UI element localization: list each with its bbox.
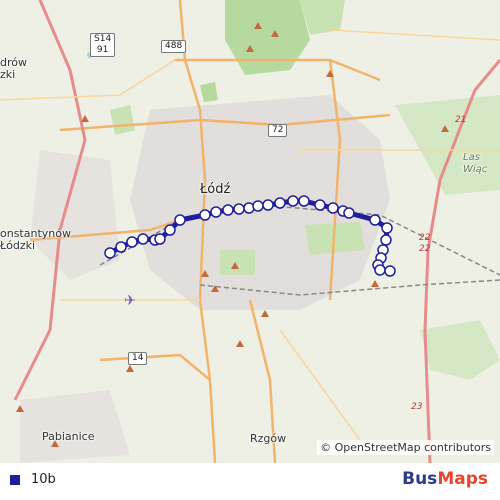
field-southeast xyxy=(420,320,500,380)
road-shield-23: 23 xyxy=(411,402,423,412)
map-canvas[interactable]: ✈ Łódź onstantynów Łódzki drów zki Pabia… xyxy=(0,0,500,463)
place-label-konstantynow: onstantynów Łódzki xyxy=(0,227,71,252)
bus-stop-marker[interactable] xyxy=(233,203,245,215)
bus-stop-marker[interactable] xyxy=(369,214,381,226)
bus-stop-marker[interactable] xyxy=(199,209,211,221)
bus-stop-marker[interactable] xyxy=(164,224,176,236)
park-b xyxy=(110,105,135,135)
bus-stop-marker[interactable] xyxy=(154,233,166,245)
bus-stop-marker[interactable] xyxy=(222,204,234,216)
logo-bus: Bus xyxy=(402,469,438,489)
airport-icon: ✈ xyxy=(124,293,136,309)
road-shield-21: 21 xyxy=(455,115,467,125)
road-shield-22: 22 22 xyxy=(419,233,431,254)
basemap: ✈ xyxy=(0,0,500,463)
field-east xyxy=(395,95,500,195)
bus-stop-marker[interactable] xyxy=(137,233,149,245)
road-shield-488: 488 xyxy=(161,40,187,53)
busmaps-logo[interactable]: BusMaps xyxy=(402,469,488,489)
bus-stop-marker[interactable] xyxy=(174,214,186,226)
bus-stop-marker[interactable] xyxy=(327,202,339,214)
bus-stop-marker[interactable] xyxy=(115,241,127,253)
forest-north xyxy=(225,0,310,75)
bus-stop-marker[interactable] xyxy=(104,247,116,259)
bus-stop-marker[interactable] xyxy=(384,265,396,277)
bus-stop-marker[interactable] xyxy=(274,197,286,209)
urban-area-south xyxy=(20,390,130,463)
map-attribution[interactable]: © OpenStreetMap contributors xyxy=(317,440,494,455)
logo-maps: Maps xyxy=(437,469,488,489)
bus-stop-marker[interactable] xyxy=(210,206,222,218)
legend-route-label: 10b xyxy=(31,472,56,487)
road-shield-14: 14 xyxy=(128,352,148,365)
place-label-las: Las Wiąc xyxy=(463,152,488,175)
bus-stop-marker[interactable] xyxy=(126,236,138,248)
place-label-lodz: Łódź xyxy=(200,182,231,197)
bus-stop-marker[interactable] xyxy=(374,264,386,276)
place-label-drow: drów zki xyxy=(0,56,27,81)
bus-stop-marker[interactable] xyxy=(262,199,274,211)
bus-stop-marker[interactable] xyxy=(343,207,355,219)
place-label-rzgow: Rzgów xyxy=(250,432,287,445)
bus-stop-marker[interactable] xyxy=(381,222,393,234)
urban-area-west xyxy=(30,150,120,280)
park-d xyxy=(220,250,255,275)
legend-swatch xyxy=(10,475,20,485)
place-label-pabianice: Pabianice xyxy=(42,430,95,443)
road-shield-72: 72 xyxy=(268,124,288,137)
park-a xyxy=(200,82,218,102)
bus-stop-marker[interactable] xyxy=(252,200,264,212)
road-shield-s14: S14 91 xyxy=(90,33,116,57)
bus-stop-marker[interactable] xyxy=(287,195,299,207)
bus-stop-marker[interactable] xyxy=(314,199,326,211)
bus-stop-marker[interactable] xyxy=(380,234,392,246)
bus-stop-marker[interactable] xyxy=(298,195,310,207)
